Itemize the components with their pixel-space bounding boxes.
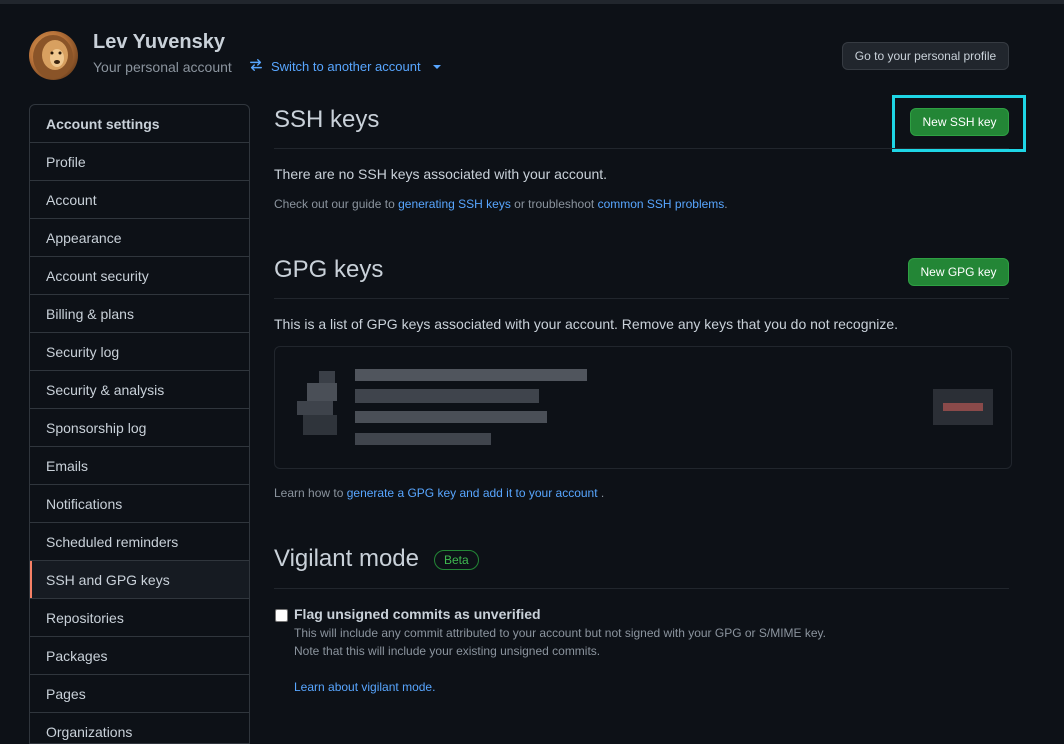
flag-unsigned-checkbox[interactable] [275, 609, 288, 622]
ssh-guide-text: Check out our guide to generating SSH ke… [274, 197, 728, 211]
account-type-label: Your personal account [93, 59, 232, 75]
sidebar-item-account[interactable]: Account [30, 181, 249, 219]
ssh-keys-title: SSH keys [274, 106, 380, 133]
key-icon-pixel [307, 383, 337, 401]
gpg-learn-suffix: . [600, 486, 605, 500]
caret-down-icon [432, 64, 441, 69]
sidebar-item-packages[interactable]: Packages [30, 637, 249, 675]
sidebar-item-scheduled-reminders[interactable]: Scheduled reminders [30, 523, 249, 561]
sidebar-item-emails[interactable]: Emails [30, 447, 249, 485]
sidebar-item-notifications[interactable]: Notifications [30, 485, 249, 523]
ssh-divider [274, 148, 1009, 149]
redacted-key-line [355, 369, 587, 381]
flag-unsigned-label[interactable]: Flag unsigned commits as unverified [294, 606, 541, 622]
avatar[interactable] [29, 31, 78, 80]
redacted-key-line [355, 389, 539, 403]
settings-sidebar: Account settings Profile Account Appeara… [29, 104, 250, 744]
sidebar-heading: Account settings [30, 105, 249, 143]
highlight-box [892, 95, 1026, 152]
sidebar-item-security-analysis[interactable]: Security & analysis [30, 371, 249, 409]
sidebar-item-repositories[interactable]: Repositories [30, 599, 249, 637]
vigilant-desc-2: Note that this will include your existin… [294, 644, 601, 658]
ssh-empty-message: There are no SSH keys associated with yo… [274, 166, 608, 182]
redacted-delete-label [943, 403, 983, 411]
gpg-description: This is a list of GPG keys associated wi… [274, 316, 899, 332]
personal-profile-button[interactable]: Go to your personal profile [842, 42, 1009, 70]
top-bar [0, 0, 1064, 4]
vigilant-divider [274, 588, 1009, 589]
sidebar-item-account-security[interactable]: Account security [30, 257, 249, 295]
gpg-keys-title: GPG keys [274, 256, 384, 283]
common-ssh-problems-link[interactable]: common SSH problems [598, 197, 725, 211]
ssh-guide-prefix: Check out our guide to [274, 197, 395, 211]
sidebar-item-security-log[interactable]: Security log [30, 333, 249, 371]
switch-account-label: Switch to another account [271, 59, 421, 74]
gpg-key-entry-redacted [274, 346, 1012, 469]
vigilant-desc-1: This will include any commit attributed … [294, 626, 827, 640]
beta-badge: Beta [434, 550, 479, 570]
switch-arrows-icon [249, 58, 263, 75]
sidebar-item-appearance[interactable]: Appearance [30, 219, 249, 257]
ssh-guide-suffix: . [724, 197, 728, 211]
redacted-key-line [355, 433, 491, 445]
sidebar-item-pages[interactable]: Pages [30, 675, 249, 713]
new-gpg-key-button[interactable]: New GPG key [908, 258, 1009, 286]
learn-vigilant-mode-link[interactable]: Learn about vigilant mode. [294, 680, 435, 694]
key-icon [319, 371, 335, 383]
switch-account-button[interactable]: Switch to another account [249, 58, 441, 75]
sidebar-item-ssh-gpg-keys[interactable]: SSH and GPG keys [30, 561, 249, 599]
sidebar-item-billing[interactable]: Billing & plans [30, 295, 249, 333]
user-name: Lev Yuvensky [93, 31, 225, 53]
gpg-learn-prefix: Learn how to [274, 486, 344, 500]
generate-gpg-key-link[interactable]: generate a GPG key and add it to your ac… [347, 486, 598, 500]
redacted-key-line [355, 411, 547, 423]
gpg-learn-text: Learn how to generate a GPG key and add … [274, 486, 604, 500]
key-icon-pixel [297, 401, 333, 415]
generating-ssh-keys-link[interactable]: generating SSH keys [398, 197, 511, 211]
sidebar-item-sponsorship-log[interactable]: Sponsorship log [30, 409, 249, 447]
key-icon-pixel [303, 415, 337, 435]
sidebar-item-profile[interactable]: Profile [30, 143, 249, 181]
vigilant-mode-title: Vigilant mode [274, 545, 419, 572]
gpg-divider [274, 298, 1009, 299]
ssh-guide-middle: or troubleshoot [514, 197, 595, 211]
